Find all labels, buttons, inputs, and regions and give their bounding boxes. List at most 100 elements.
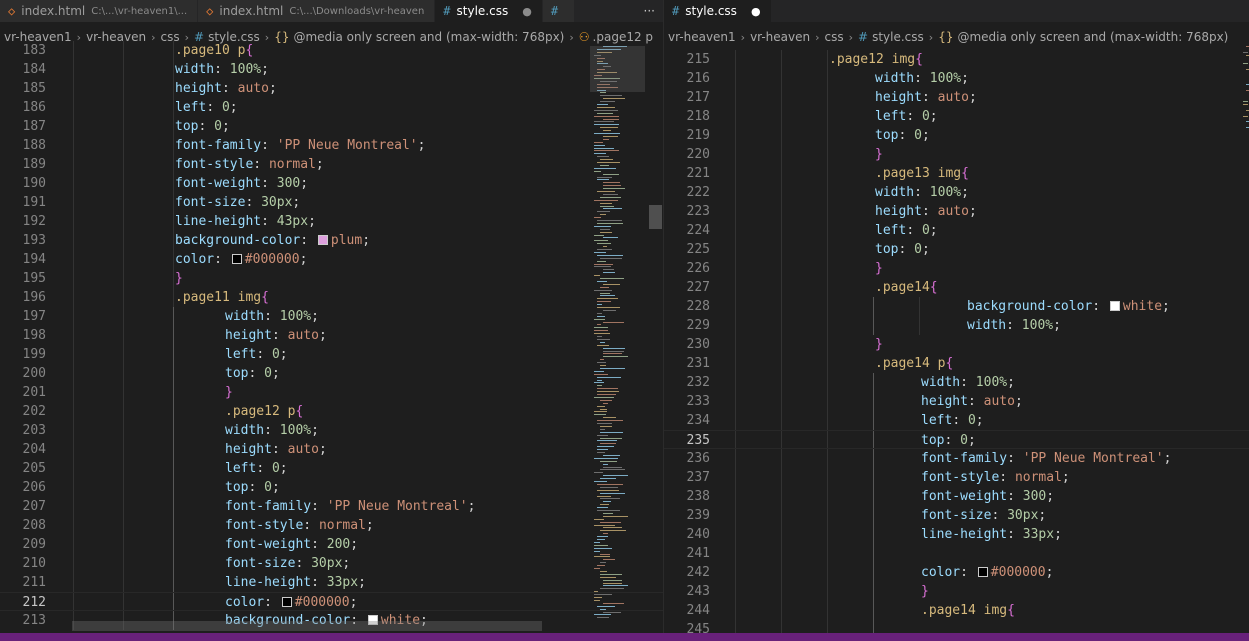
code-line[interactable]: 231 .page14 p{ [664,354,1249,373]
code-line[interactable]: 245 [664,620,1249,633]
code-line[interactable]: 233 height: auto; [664,392,1249,411]
left-code-editor[interactable]: 183 .page10 p{184 width: 100%; 185 height: a… [0,41,663,633]
unsaved-dot-icon[interactable]: ● [751,5,761,18]
css-hash-icon: # [550,4,559,18]
code-line[interactable]: 208 font-style: normal; [0,516,663,535]
code-line[interactable]: 230} [664,335,1249,354]
code-line[interactable]: 236 font-family: 'PP Neue Montreal'; [664,449,1249,468]
left-horizontal-scrollbar-thumb[interactable] [72,621,542,631]
editor-tab[interactable]: # [542,0,576,22]
code-line[interactable]: 201} [0,383,663,402]
code-line[interactable]: 241 [664,544,1249,563]
code-line[interactable]: 185 height: auto; [0,79,663,98]
breadcrumb-item[interactable]: {} @media only screen and (max-width: 768… [938,30,1228,44]
editor-tab[interactable]: # style.css ● [435,0,543,22]
code-line[interactable]: 217 height: auto; [664,88,1249,107]
left-minimap[interactable] [590,46,645,633]
code-line[interactable]: 194 color: #000000; [0,250,663,269]
indent-guide [73,573,74,592]
line-number: 244 [686,603,710,618]
code-line[interactable]: 184 width: 100%; [0,60,663,79]
editor-tab[interactable]: ◇ index.html C:\...\Downloads\vr-heaven [198,0,436,22]
line-number: 240 [686,527,710,542]
code-line[interactable]: 192 line-height: 43px; [0,212,663,231]
color-swatch-icon[interactable] [231,254,242,264]
code-line[interactable]: 199 left: 0; [0,345,663,364]
code-line[interactable]: 229 width: 100%; [664,316,1249,335]
color-swatch-icon[interactable] [317,235,328,245]
minimap-line [600,608,607,610]
minimap-slider[interactable] [590,46,645,92]
code-line[interactable]: 188 font-family: 'PP Neue Montreal'; [0,136,663,155]
code-line[interactable]: 235 top: 0; [664,430,1249,449]
breadcrumb-item[interactable]: # style.css [858,30,924,44]
indent-guide [873,449,874,468]
code-text: height: auto; [921,392,1023,411]
code-line[interactable]: 190 font-weight: 300; [0,174,663,193]
code-text: left: 0; [875,107,938,126]
code-line[interactable]: 232 width: 100%; [664,373,1249,392]
code-line[interactable]: 224 left: 0; [664,221,1249,240]
code-line[interactable]: 220} [664,145,1249,164]
code-line[interactable]: 216 width: 100%; [664,69,1249,88]
code-line[interactable]: 225 top: 0; [664,240,1249,259]
color-swatch-icon[interactable] [1109,301,1120,311]
minimap-line [597,394,617,395]
code-line[interactable]: 240 line-height: 33px; [664,525,1249,544]
unsaved-dot-icon[interactable]: ● [522,5,532,18]
code-line[interactable]: 191 font-size: 30px; [0,193,663,212]
code-line[interactable]: 243} [664,582,1249,601]
minimap-line [600,286,609,288]
breadcrumb-item[interactable]: vr-heaven1 [668,30,736,44]
code-line[interactable]: 226} [664,259,1249,278]
code-line[interactable]: 183 .page10 p{ [0,41,663,60]
code-line[interactable]: 204 height: auto; [0,440,663,459]
code-line[interactable]: 193 background-color: plum; [0,231,663,250]
code-line[interactable]: 207 font-family: 'PP Neue Montreal'; [0,497,663,516]
code-line[interactable]: 195} [0,269,663,288]
code-line[interactable]: 242 color: #000000; [664,563,1249,582]
code-line[interactable]: 197 width: 100%; [0,307,663,326]
code-line[interactable]: 202 .page12 p{ [0,402,663,421]
editor-tab[interactable]: # style.css ● [664,0,772,22]
code-line[interactable]: 205 left: 0; [0,459,663,478]
code-line[interactable]: 239 font-size: 30px; [664,506,1249,525]
code-line[interactable]: 222 width: 100%; [664,183,1249,202]
code-line[interactable]: 187 top: 0; [0,117,663,136]
code-line[interactable]: 244 .page14 img{ [664,601,1249,620]
code-line[interactable]: 219 top: 0; [664,126,1249,145]
code-line[interactable]: 211 line-height: 33px; [0,573,663,592]
minimap-line [600,460,617,462]
breadcrumb-item[interactable]: css [825,30,844,44]
code-line[interactable]: 228 background-color: white; [664,297,1249,316]
code-line[interactable]: 189 font-style: normal; [0,155,663,174]
code-line[interactable]: 223 height: auto; [664,202,1249,221]
left-vertical-scrollbar-thumb[interactable] [649,205,662,229]
breadcrumb-item[interactable]: vr-heaven [750,30,810,44]
code-line[interactable]: 237 font-style: normal; [664,468,1249,487]
breadcrumb-label: @media only screen and (max-width: 768px… [957,30,1229,44]
code-line[interactable]: 227 .page14{ [664,278,1249,297]
editor-tab[interactable]: ◇ index.html C:\...\vr-heaven1\... [0,0,199,22]
code-line[interactable]: 210 font-size: 30px; [0,554,663,573]
color-swatch-icon[interactable] [977,567,988,577]
more-actions-button[interactable]: ··· [635,0,663,22]
code-token-punc: ; [975,413,984,428]
code-line[interactable]: 212 color: #000000; [0,592,663,611]
code-line[interactable]: 196 .page11 img{ [0,288,663,307]
color-swatch-icon[interactable] [281,597,292,607]
code-line[interactable]: 200 top: 0; [0,364,663,383]
code-line[interactable]: 238 font-weight: 300; [664,487,1249,506]
code-line[interactable]: 206 top: 0; [0,478,663,497]
code-line[interactable]: 218 left: 0; [664,107,1249,126]
right-code-editor[interactable]: 215 .page12 img{216 width: 100%; 217 height:… [664,49,1249,633]
code-line[interactable]: 203 width: 100%; [0,421,663,440]
code-line[interactable]: 186 left: 0; [0,98,663,117]
code-line[interactable]: 198 height: auto; [0,326,663,345]
right-minimap[interactable] [1239,46,1249,633]
code-token-brace: } [875,261,883,276]
code-line[interactable]: 209 font-weight: 200; [0,535,663,554]
code-line[interactable]: 221 .page13 img{ [664,164,1249,183]
code-line[interactable]: 215 .page12 img{ [664,50,1249,69]
code-line[interactable]: 234 left: 0; [664,411,1249,430]
